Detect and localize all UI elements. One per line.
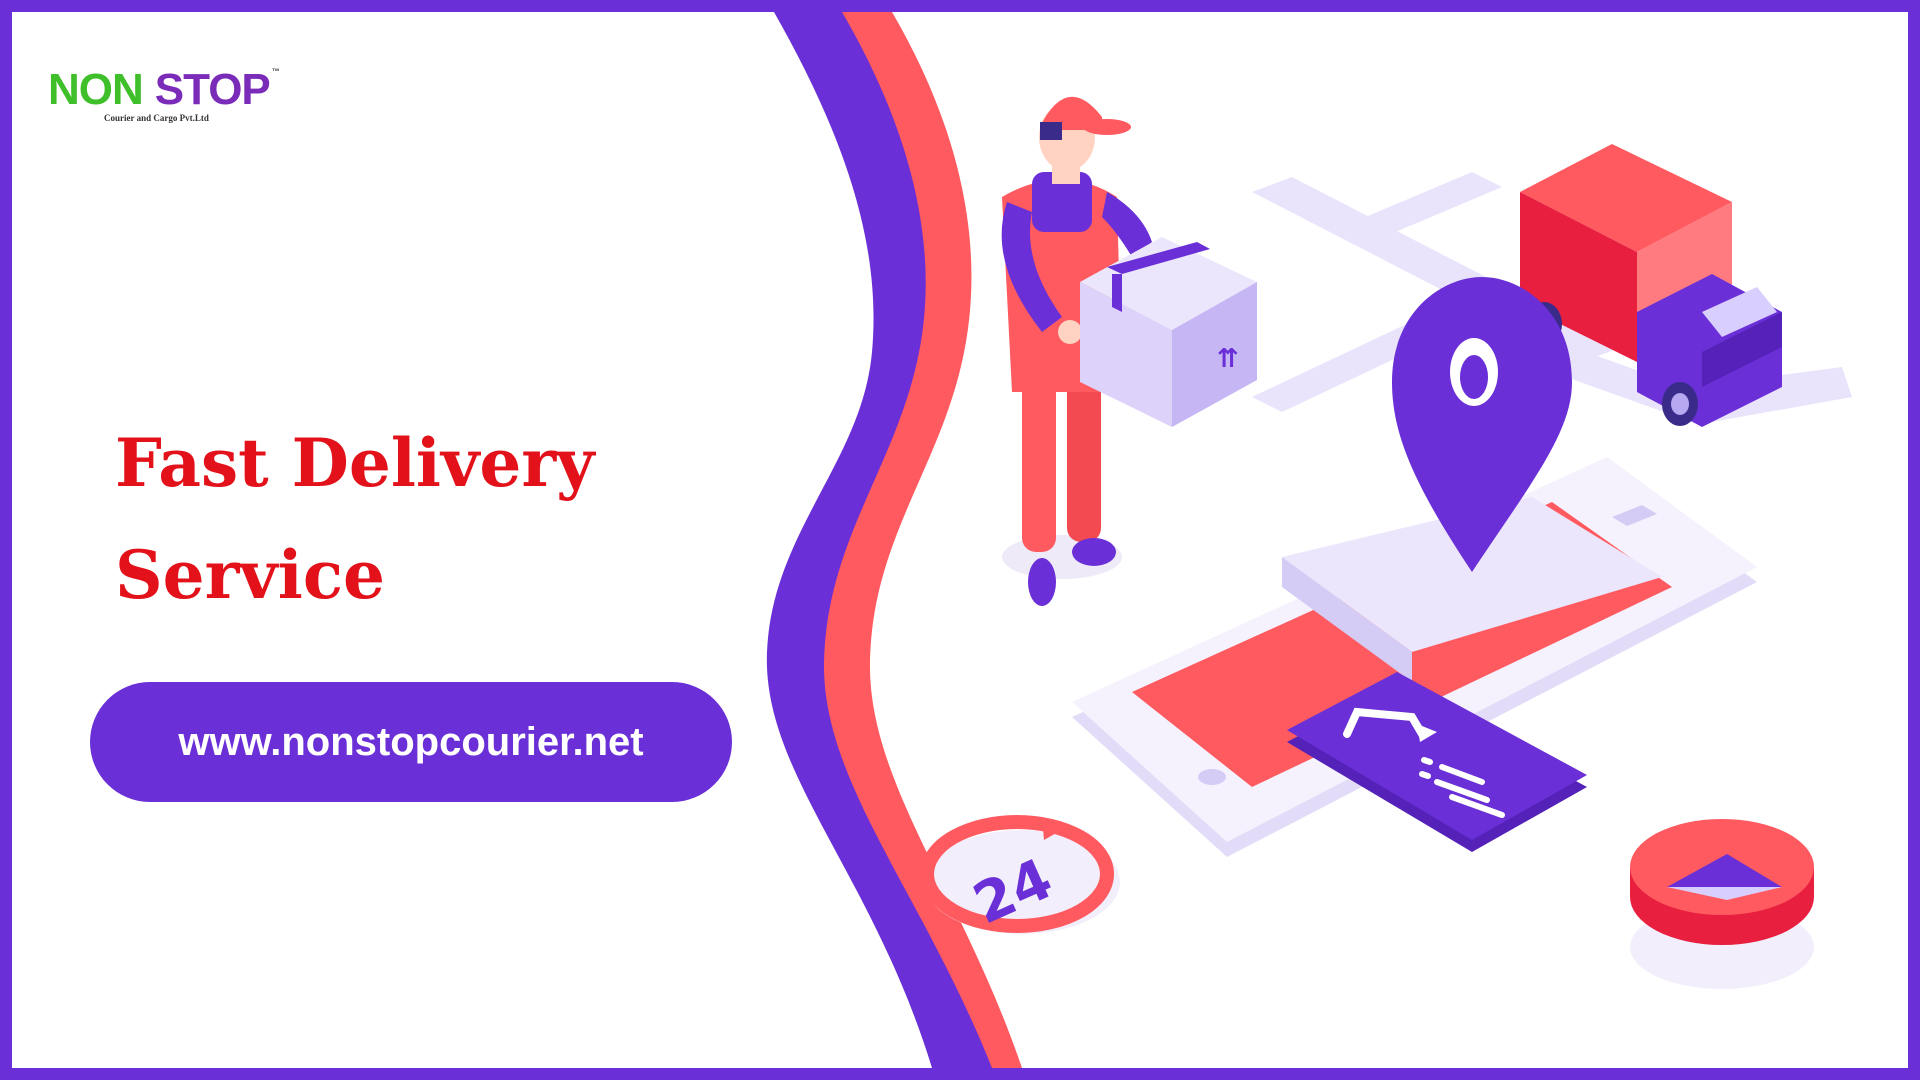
delivery-illustration: ⇈ 24 bbox=[920, 96, 1852, 989]
banner-canvas: NON STOP ™ Courier and Cargo Pvt.Ltd Fas… bbox=[12, 12, 1908, 1068]
svg-text:⇈: ⇈ bbox=[1217, 344, 1239, 374]
promo-banner: NON STOP ™ Courier and Cargo Pvt.Ltd Fas… bbox=[0, 0, 1920, 1080]
24-hour-icon: 24 bbox=[920, 815, 1120, 937]
map-marker-button-icon bbox=[1630, 819, 1814, 989]
